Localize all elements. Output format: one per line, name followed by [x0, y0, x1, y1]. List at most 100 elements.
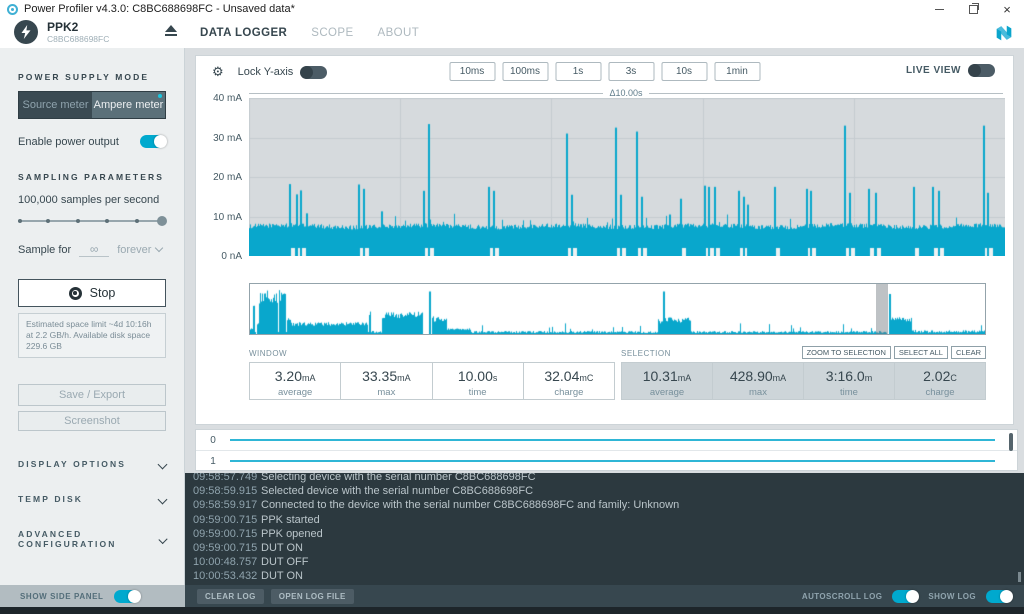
window-charge-cell: 32.04mC charge — [522, 362, 615, 400]
restore-icon — [968, 2, 979, 14]
log-entry: 10:00:48.757 DUT OFF — [193, 556, 309, 569]
range-10ms-button[interactable]: 10ms — [449, 62, 495, 81]
advanced-configuration-section[interactable]: ADVANCED CONFIGURATION — [18, 529, 168, 549]
device-name: PPK2 — [47, 19, 79, 34]
power-supply-mode-header: POWER SUPPLY MODE — [18, 72, 150, 82]
eject-device-button[interactable] — [164, 25, 178, 36]
enable-power-output-toggle[interactable] — [140, 135, 167, 148]
range-100ms-button[interactable]: 100ms — [502, 62, 548, 81]
log-scrollbar[interactable] — [1018, 572, 1021, 582]
sample-rate-slider[interactable] — [18, 216, 167, 226]
time-range-buttons: 10ms 100ms 1s 3s 10s 1min — [449, 62, 760, 81]
lock-y-axis-label: Lock Y-axis — [237, 66, 294, 78]
log-entry: 09:58:57.749 Selecting device with the se… — [193, 473, 536, 483]
sample-duration-input[interactable]: ∞ — [79, 242, 110, 257]
display-options-section[interactable]: DISPLAY OPTIONS — [18, 459, 168, 469]
digital-channel-0-trace — [230, 439, 995, 441]
delta-label: Δ10.00s — [609, 88, 643, 98]
show-side-panel-toggle[interactable] — [113, 589, 141, 603]
chevron-down-icon — [157, 494, 168, 504]
title-bar: Power Profiler v4.3.0: C8BC688698FC - Un… — [0, 0, 1024, 18]
chevron-down-icon — [157, 459, 168, 469]
source-meter-button[interactable]: Source meter — [19, 92, 92, 118]
ppk2-device-icon — [14, 20, 38, 44]
sampling-parameters-header: SAMPLING PARAMETERS — [18, 172, 164, 182]
stop-button[interactable]: Stop — [18, 279, 166, 307]
show-log-label: SHOW LOG — [928, 591, 976, 601]
log-entry: 09:59:00.715 DUT ON — [193, 542, 303, 555]
log-entry: 09:58:59.915 Selected device with the ser… — [193, 485, 534, 498]
chart-toolbar: ⚙ Lock Y-axis 10ms 100ms 1s 3s 10s 1min … — [196, 56, 1013, 88]
range-1min-button[interactable]: 1min — [714, 62, 760, 81]
minimap-selection-slider[interactable] — [876, 284, 888, 334]
zoom-to-selection-button[interactable]: ZOOM TO SELECTION — [801, 346, 891, 359]
close-icon: × — [1003, 1, 1011, 17]
temp-disk-section[interactable]: TEMP DISK — [18, 494, 168, 504]
ampere-meter-button[interactable]: Ampere meter — [92, 92, 165, 118]
device-serial: C8BC688698FC — [47, 33, 110, 44]
chevron-down-icon — [155, 243, 164, 253]
minimize-icon — [934, 8, 944, 10]
digital-channel-1-trace — [230, 460, 995, 462]
minimap[interactable] — [249, 283, 986, 335]
device-selector[interactable]: PPK2 C8BC688698FC — [14, 20, 109, 44]
range-1s-button[interactable]: 1s — [555, 62, 601, 81]
tab-data-logger[interactable]: DATA LOGGER — [200, 27, 287, 39]
ytick-30ma: 30 mA — [213, 132, 242, 144]
selected-mode-dot — [158, 94, 162, 98]
autoscroll-log-toggle[interactable] — [892, 589, 920, 603]
app-bar: PPK2 C8BC688698FC DATA LOGGER SCOPE ABOU… — [0, 18, 1024, 48]
enable-power-output-label: Enable power output — [18, 135, 119, 148]
power-supply-mode-group: Source meter Ampere meter — [18, 91, 166, 119]
close-button[interactable]: × — [990, 0, 1024, 18]
digital-channels-panel: 0 1 — [195, 429, 1018, 471]
select-all-button[interactable]: SELECT ALL — [893, 346, 948, 359]
selection-time-cell: 3:16.0m time — [803, 362, 895, 400]
nav-tabs: DATA LOGGER SCOPE ABOUT — [200, 18, 419, 48]
range-3s-button[interactable]: 3s — [608, 62, 654, 81]
range-10s-button[interactable]: 10s — [661, 62, 707, 81]
minimap-canvas[interactable] — [250, 284, 985, 334]
stats-row: WINDOW 3.20mA average 33.35mA max 10.00s… — [249, 346, 986, 409]
main-chart: 40 mA 30 mA 20 mA 10 mA 0 nA — [213, 93, 1005, 262]
eject-icon — [165, 25, 177, 32]
main-chart-canvas[interactable] — [249, 98, 1005, 256]
window-title: Power Profiler v4.3.0: C8BC688698FC - Un… — [24, 3, 295, 15]
selection-charge-cell: 2.02C charge — [894, 362, 986, 400]
show-log-toggle[interactable] — [986, 589, 1013, 603]
window-delta-annotation: Δ10.00s — [249, 88, 1004, 98]
power-profiler-window: Power Profiler v4.3.0: C8BC688698FC - Un… — [0, 0, 1024, 614]
minimize-button[interactable] — [922, 0, 956, 18]
nordic-logo — [993, 22, 1015, 49]
log-entry: 10:00:53.432 DUT ON — [193, 570, 303, 583]
digital-channels-scrollbar[interactable] — [1009, 433, 1013, 451]
window-average-cell: 3.20mA average — [249, 362, 342, 400]
autoscroll-log-label: AUTOSCROLL LOG — [801, 591, 883, 601]
sample-duration-unit-dropdown[interactable]: forever — [117, 243, 164, 256]
window-bottom-edge — [0, 607, 1024, 614]
log-panel: 09:58:57.749 Selecting device with the se… — [185, 473, 1024, 585]
live-view-label: LIVE VIEW — [905, 65, 961, 76]
live-view-toggle[interactable] — [968, 64, 995, 77]
tab-about[interactable]: ABOUT — [378, 27, 420, 39]
side-panel: POWER SUPPLY MODE Source meter Ampere me… — [0, 48, 185, 585]
slider-thumb[interactable] — [157, 216, 167, 226]
restore-button[interactable] — [956, 0, 990, 18]
gear-icon[interactable]: ⚙ — [212, 65, 224, 80]
selection-stats: SELECTION ZOOM TO SELECTION SELECT ALL C… — [621, 346, 986, 400]
selection-max-cell: 428.90mA max — [712, 362, 804, 400]
selection-average-cell: 10.31mA average — [621, 362, 713, 400]
ytick-20ma: 20 mA — [213, 172, 242, 183]
clear-log-button[interactable]: CLEAR LOG — [197, 588, 264, 604]
save-export-button[interactable]: Save / Export — [18, 384, 166, 406]
tab-scope[interactable]: SCOPE — [311, 27, 353, 39]
clear-selection-button[interactable]: CLEAR — [950, 346, 986, 359]
chart-panel: ⚙ Lock Y-axis 10ms 100ms 1s 3s 10s 1min … — [195, 55, 1014, 425]
log-footer: CLEAR LOG OPEN LOG FILE AUTOSCROLL LOG S… — [185, 585, 1024, 607]
lock-y-axis-toggle[interactable] — [300, 65, 328, 79]
side-panel-footer: SHOW SIDE PANEL — [0, 585, 185, 607]
digital-channel-1: 1 — [196, 450, 1017, 471]
screenshot-button[interactable]: Screenshot — [18, 411, 166, 431]
ytick-0na: 0 nA — [221, 251, 242, 262]
open-log-file-button[interactable]: OPEN LOG FILE — [270, 588, 354, 604]
